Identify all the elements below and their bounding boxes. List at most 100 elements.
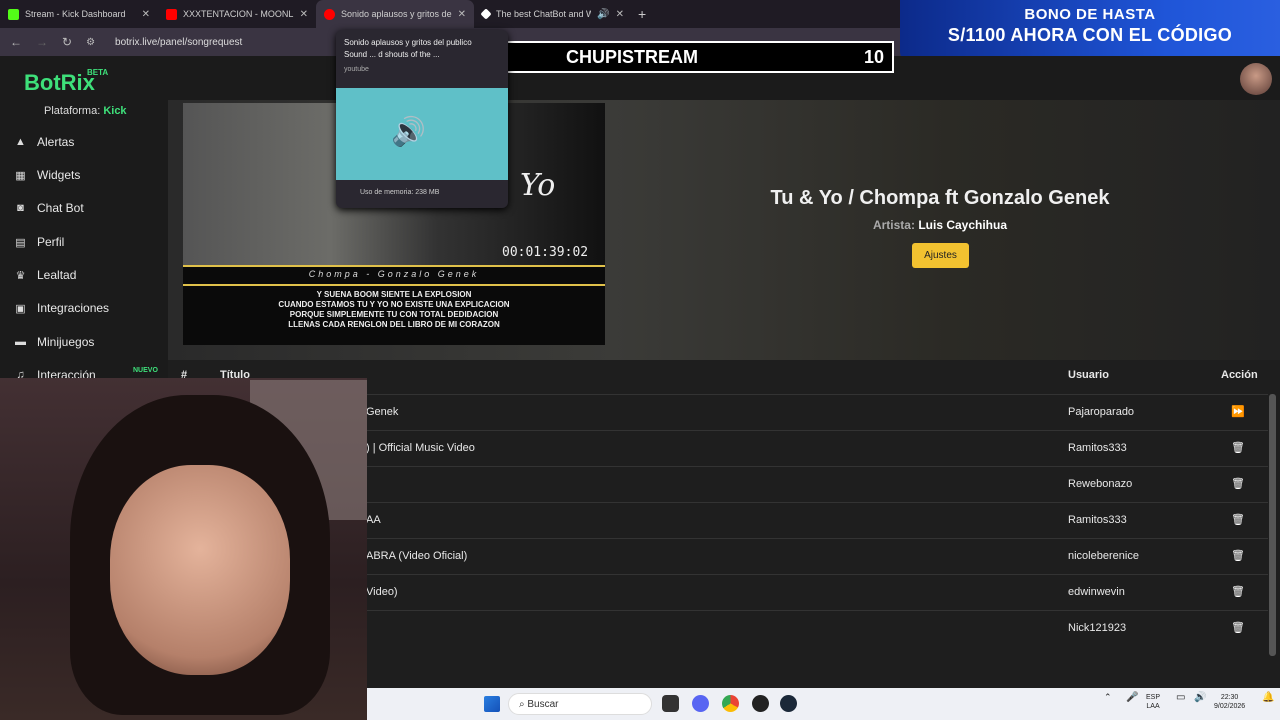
sidebar-item-alertas[interactable]: ▲ Alertas bbox=[14, 135, 74, 149]
tab-title: XXXTENTACION - MOONLIGHT bbox=[183, 9, 294, 19]
lyric-line: PORQUE SIMPLEMENTE TU CON TOTAL DEDIDACI… bbox=[289, 310, 499, 319]
site-info-icon[interactable]: ⚙ bbox=[86, 37, 95, 48]
ad-banner: BONO DE HASTA S/1100 AHORA CON EL CÓDIGO bbox=[900, 0, 1280, 62]
preview-title: Sonido aplausos y gritos del publico bbox=[344, 38, 472, 47]
scoreboard-name: CHUPISTREAM bbox=[566, 47, 699, 67]
notification-bell-icon[interactable]: 🔔 bbox=[1262, 693, 1274, 703]
video-caption: Chompa - Gonzalo Genek bbox=[308, 269, 480, 279]
keyboard-layout: LAA bbox=[1146, 703, 1160, 710]
network-icon[interactable]: ▭ bbox=[1176, 693, 1185, 703]
forward-icon[interactable]: → bbox=[36, 35, 48, 49]
avatar[interactable] bbox=[1240, 63, 1272, 95]
trash-icon[interactable]: 🗑 bbox=[1231, 621, 1245, 634]
windows-start-icon[interactable] bbox=[484, 696, 500, 712]
discord-icon[interactable] bbox=[692, 695, 709, 712]
search-placeholder: Buscar bbox=[527, 699, 559, 710]
sidebar-item-widgets[interactable]: ▦ Widgets bbox=[14, 168, 80, 182]
language-code: ESP bbox=[1146, 694, 1161, 701]
close-icon[interactable]: ✕ bbox=[142, 9, 150, 20]
sidebar-item-label: Perfil bbox=[37, 235, 65, 249]
layers-icon: ▣ bbox=[15, 302, 26, 315]
video-overlay-text: Yo bbox=[520, 168, 556, 203]
chrome-icon[interactable] bbox=[722, 695, 739, 712]
back-icon[interactable]: ← bbox=[10, 35, 22, 49]
video-divider bbox=[183, 265, 605, 267]
sidebar-item-chatbot[interactable]: ◙ Chat Bot bbox=[14, 201, 84, 215]
video-divider bbox=[183, 284, 605, 286]
row-title: AA bbox=[366, 514, 381, 526]
clock-date: 9/02/2026 bbox=[1214, 703, 1246, 710]
volume-icon[interactable]: 🔊 bbox=[1194, 693, 1206, 703]
taskbar-search[interactable]: ⌕ Buscar bbox=[508, 693, 652, 715]
sidebar-item-minijuegos[interactable]: ▬ Minijuegos bbox=[14, 335, 94, 349]
search-icon: ⌕ bbox=[519, 699, 525, 710]
trash-icon[interactable]: 🗑 bbox=[1231, 441, 1245, 454]
robot-icon: ◙ bbox=[17, 202, 24, 214]
botrix-icon bbox=[480, 8, 492, 20]
close-icon[interactable]: ✕ bbox=[300, 9, 308, 20]
row-user: edwinwevin bbox=[1068, 586, 1125, 598]
tab-youtube-aplausos[interactable]: Sonido aplausos y gritos del pu ✕ bbox=[316, 0, 474, 28]
trophy-icon: ♛ bbox=[15, 269, 26, 282]
sidebar-item-label: Chat Bot bbox=[37, 201, 84, 215]
webcam-person-face bbox=[110, 465, 290, 675]
sidebar-item-label: Minijuegos bbox=[37, 335, 95, 349]
column-header-action: Acción bbox=[1221, 369, 1258, 381]
obs-icon[interactable] bbox=[752, 695, 769, 712]
clock[interactable]: 22:30 9/02/2026 bbox=[1214, 693, 1245, 711]
steam-icon[interactable] bbox=[780, 695, 797, 712]
row-user: nicoleberenice bbox=[1068, 550, 1139, 562]
artist-name: Luis Caychihua bbox=[918, 218, 1008, 232]
trash-icon[interactable]: 🗑 bbox=[1231, 513, 1245, 526]
column-header-user: Usuario bbox=[1068, 369, 1109, 381]
close-icon[interactable]: ✕ bbox=[458, 9, 466, 20]
artist-line: Artista: Luis Caychihua bbox=[700, 218, 1180, 232]
platform-indicator: Plataforma: Kick bbox=[44, 105, 127, 117]
new-badge: NUEVO bbox=[133, 367, 158, 374]
gamepad-icon: ▬ bbox=[15, 336, 26, 348]
trash-icon[interactable]: 🗑 bbox=[1231, 477, 1245, 490]
microphone-icon[interactable]: 🎤 bbox=[1126, 693, 1138, 703]
preview-subtitle: Sound ... d shouts of the ... bbox=[344, 50, 440, 59]
bell-icon: ▲ bbox=[15, 136, 26, 148]
sidebar-item-label: Integraciones bbox=[37, 301, 110, 315]
tab-kick-dashboard[interactable]: Stream - Kick Dashboard ✕ bbox=[0, 0, 158, 28]
table-scrollbar[interactable] bbox=[1269, 394, 1276, 656]
kick-icon bbox=[8, 8, 19, 20]
new-tab-button[interactable]: + bbox=[638, 6, 646, 22]
settings-button[interactable]: Ajustes bbox=[912, 243, 969, 268]
url-field[interactable]: botrix.live/panel/songrequest bbox=[115, 37, 242, 48]
trash-icon[interactable]: 🗑 bbox=[1231, 585, 1245, 598]
botrix-logo[interactable]: BotRix bbox=[24, 70, 95, 96]
trash-icon[interactable]: 🗑 bbox=[1231, 549, 1245, 562]
sidebar-item-perfil[interactable]: ▤ Perfil bbox=[14, 235, 64, 249]
row-user: Rewebonazo bbox=[1068, 478, 1133, 490]
preview-site: youtube bbox=[344, 66, 369, 73]
sidebar-item-integraciones[interactable]: ▣ Integraciones bbox=[14, 301, 109, 315]
artist-label: Artista: bbox=[872, 218, 915, 232]
grid-icon: ▦ bbox=[15, 169, 26, 182]
youtube-icon bbox=[324, 8, 335, 20]
tab-youtube-moonlight[interactable]: XXXTENTACION - MOONLIGHT ✕ bbox=[158, 0, 316, 28]
speaker-icon[interactable]: 🔊 bbox=[597, 9, 609, 20]
row-title: ABRA (Video Oficial) bbox=[366, 550, 468, 562]
sidebar-item-lealtad[interactable]: ♛ Lealtad bbox=[14, 268, 77, 282]
reload-icon[interactable]: ↻ bbox=[62, 35, 72, 49]
platform-label: Plataforma: bbox=[44, 105, 101, 117]
row-title: Video) bbox=[366, 586, 398, 598]
beta-badge: BETA bbox=[87, 68, 109, 77]
tab-botrix[interactable]: The best ChatBot and Widg 🔊 ✕ bbox=[474, 0, 632, 28]
ad-line1: BONO DE HASTA bbox=[1024, 6, 1156, 23]
language-indicator[interactable]: ESP LAA bbox=[1146, 693, 1160, 711]
sidebar-item-label: Lealtad bbox=[37, 268, 77, 282]
task-view-icon[interactable] bbox=[662, 695, 679, 712]
chevron-up-icon[interactable]: ⌃ bbox=[1104, 693, 1112, 702]
clock-time: 22:30 bbox=[1220, 694, 1239, 701]
video-timestamp: 00:01:39:02 bbox=[502, 245, 589, 260]
tab-title: Stream - Kick Dashboard bbox=[25, 9, 126, 19]
close-icon[interactable]: ✕ bbox=[616, 9, 624, 20]
song-title: Tu & Yo / Chompa ft Gonzalo Genek bbox=[770, 187, 1110, 209]
platform-value: Kick bbox=[103, 105, 127, 117]
skip-forward-icon[interactable]: ⏩ bbox=[1231, 405, 1245, 418]
sidebar-item-label: Widgets bbox=[37, 168, 81, 182]
